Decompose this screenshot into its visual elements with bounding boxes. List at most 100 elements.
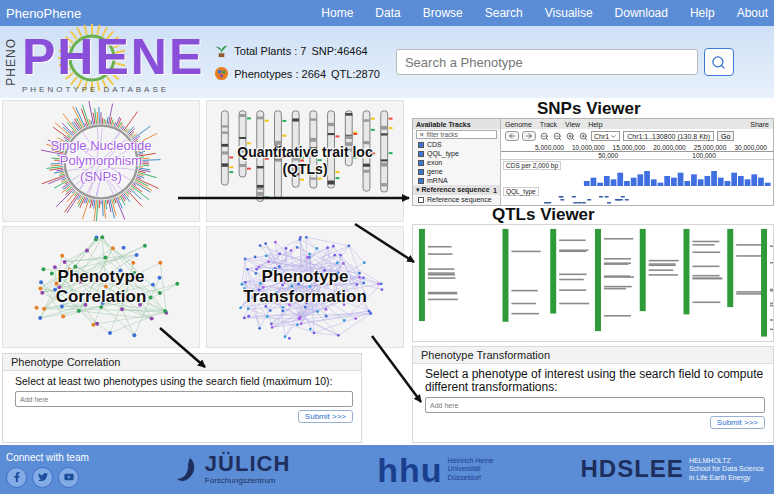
nav-item[interactable]: Help	[690, 6, 715, 20]
histogram-bar	[738, 176, 744, 186]
histogram-bar	[550, 186, 556, 187]
zoom-in-button[interactable]	[578, 131, 588, 141]
chromosome-select[interactable]: Chr1	[591, 131, 620, 141]
annotation-arrow	[160, 328, 205, 367]
zoom-in-icon	[579, 132, 588, 141]
zoom-in-button[interactable]	[565, 131, 575, 141]
snps-viewer[interactable]: Available Tracks✕filter tracksCDSQQL_typ…	[412, 118, 774, 206]
feature-cards: Single NucleotidePolymorphism(SNPs) Quant…	[2, 100, 404, 348]
pan-left-button[interactable]	[505, 131, 519, 141]
ruler-tick: 15,000,000	[613, 144, 646, 151]
submit-button[interactable]: Submit >>>	[298, 410, 353, 423]
social-link[interactable]	[32, 467, 53, 488]
nav-item[interactable]: Home	[321, 6, 353, 20]
twitter-icon	[38, 472, 48, 482]
nav-item[interactable]: Data	[375, 6, 400, 20]
menu-item[interactable]: View	[565, 121, 580, 128]
histogram-bar	[711, 171, 717, 186]
track-item[interactable]: Reference sequence	[413, 195, 500, 204]
feature-card[interactable]: PhenotypeCorrelation	[2, 226, 200, 348]
track-checkbox[interactable]	[418, 197, 424, 203]
partner-subtitle: HELMHOLTZSchool for Data Sciencein Life …	[689, 457, 764, 481]
track-item[interactable]: exon	[413, 158, 500, 167]
chevron-down-icon	[610, 133, 617, 140]
annotation-arrow	[355, 224, 414, 262]
track-item[interactable]: QQL_type	[413, 149, 500, 158]
nav-item[interactable]: About	[737, 6, 768, 20]
overview-ruler: 5,000,00010,000,00015,000,00020,000,0002…	[501, 143, 773, 152]
partner-name: JÜLICH	[205, 453, 290, 475]
histogram-bar	[644, 171, 650, 186]
zoom-out-button[interactable]	[539, 131, 549, 141]
track-checkbox[interactable]	[418, 151, 424, 157]
phenotype-input[interactable]	[15, 391, 353, 407]
location-field[interactable]: Chr1:1..130800 (130.8 Kb)	[623, 131, 714, 141]
zoom-out-button[interactable]	[552, 131, 562, 141]
histogram-bar	[704, 176, 710, 186]
ruler-tick: 30,000,000	[734, 144, 767, 151]
histogram-bar	[611, 179, 617, 186]
partner-logo[interactable]: hhuHeinrich HeineUniversitätDüsseldorf	[377, 453, 493, 487]
menu-item[interactable]: Genome	[505, 121, 532, 128]
share-button[interactable]: Share	[750, 121, 769, 128]
nav-item[interactable]: Search	[485, 6, 523, 20]
histogram-bar	[503, 186, 509, 187]
search-button[interactable]	[704, 48, 734, 76]
menu-item[interactable]: Track	[540, 121, 557, 128]
histogram-bar	[597, 183, 603, 186]
partner-logo[interactable]: JÜLICHForschungszentrum	[176, 453, 290, 485]
nav-item[interactable]: Download	[615, 6, 668, 20]
search-input[interactable]	[396, 49, 698, 75]
app-page: PhenoPhene Home Data Browse Search Visualise D…	[0, 0, 774, 494]
cds-histogram-chart	[503, 170, 771, 186]
filter-tracks-field[interactable]: ✕filter tracks	[416, 130, 497, 139]
arrow-left-icon	[508, 132, 516, 140]
pan-right-button[interactable]	[522, 131, 536, 141]
submit-button[interactable]: Submit >>>	[710, 416, 765, 429]
card-label: Quantitative trait loc(QTLs)	[237, 144, 372, 178]
cds-density-track: CDS per 2,000 bp	[501, 160, 773, 186]
track-list-pane: Available Tracks✕filter tracksCDSQQL_typ…	[413, 119, 501, 205]
social-link[interactable]	[58, 467, 79, 488]
filter-placeholder: filter tracks	[426, 131, 457, 138]
plant-icon	[214, 43, 229, 58]
left-column: Single NucleotidePolymorphism(SNPs) Quant…	[2, 100, 404, 443]
nav-item[interactable]: Browse	[423, 6, 463, 20]
youtube-icon	[64, 472, 74, 482]
histogram-bar	[691, 174, 697, 186]
partner-logo[interactable]: HDSLEEHELMHOLTZSchool for Data Sciencein…	[581, 457, 764, 481]
panel-prompt: Select at least two phenotypes using the…	[15, 375, 353, 388]
nav-item[interactable]: Visualise	[545, 6, 593, 20]
track-label: QQL_type	[503, 187, 539, 196]
track-item[interactable]: gene	[413, 167, 500, 176]
histogram-bar	[631, 178, 637, 186]
track-item[interactable]: mRNA	[413, 176, 500, 185]
feature-card[interactable]: PhenotypeTransformation	[206, 226, 404, 348]
menu-item[interactable]: Help	[588, 121, 602, 128]
site-logo[interactable]: PHENOPHENEPHENOTYPE DATABASE	[4, 30, 204, 94]
phenotype-input[interactable]	[425, 397, 765, 413]
track-item[interactable]: CDS	[413, 140, 500, 149]
track-checkbox[interactable]	[418, 160, 424, 166]
card-label: PhenotypeCorrelation	[56, 267, 147, 308]
social-link[interactable]	[6, 467, 27, 488]
clear-filter-button[interactable]: ✕	[419, 131, 424, 139]
annotation-arrow	[178, 197, 409, 200]
zoom-in-icon	[566, 132, 575, 141]
qtls-viewer[interactable]	[412, 224, 774, 342]
facebook-icon	[12, 472, 22, 482]
partner-subtitle: Heinrich HeineUniversitätDüsseldorf	[448, 457, 494, 481]
feature-card[interactable]: Quantitative trait loc(QTLs)	[206, 100, 404, 222]
brand-link[interactable]: PhenoPhene	[6, 6, 81, 21]
track-checkbox[interactable]	[418, 178, 424, 184]
feature-card[interactable]: Single NucleotidePolymorphism(SNPs)	[2, 100, 200, 222]
connect-text: Connect with team	[6, 452, 89, 463]
phenotype-icon	[214, 66, 229, 81]
go-button[interactable]: Go	[717, 131, 734, 141]
ruler-tick: 50,000	[598, 152, 618, 159]
track-checkbox[interactable]	[418, 142, 424, 148]
track-checkbox[interactable]	[418, 169, 424, 175]
histogram-bar	[530, 186, 536, 187]
footer: Connect with team JÜLICHForschungszentrum…	[0, 445, 774, 494]
reference-sequence-header[interactable]: ▾ Reference sequence1	[413, 185, 500, 195]
